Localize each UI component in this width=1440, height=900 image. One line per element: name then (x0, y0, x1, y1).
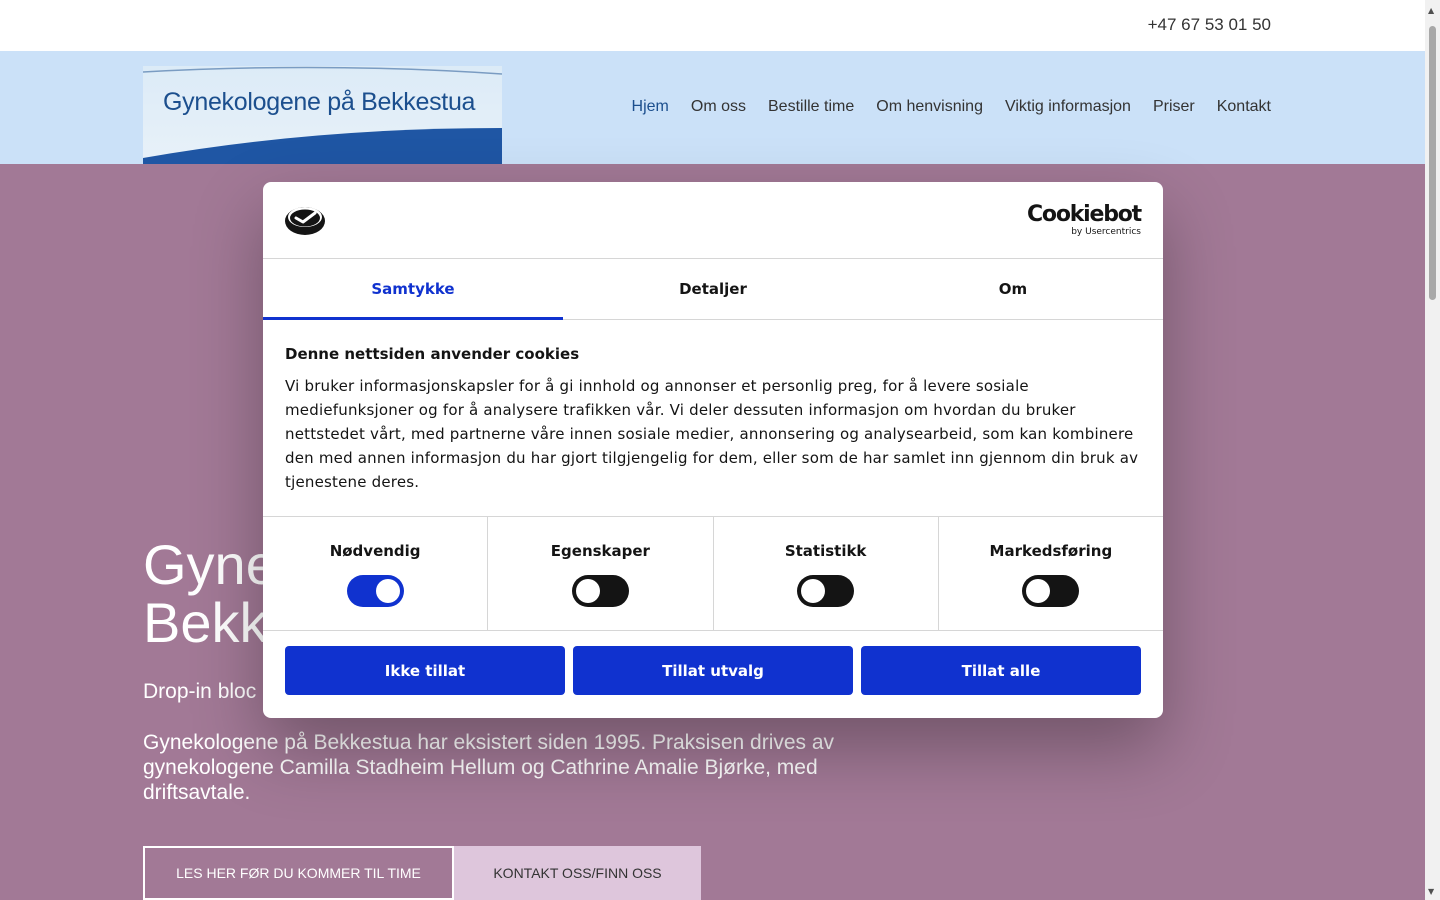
toggle-egenskaper[interactable] (571, 575, 629, 607)
nav-item-priser[interactable]: Priser (1153, 98, 1195, 116)
toggle-nodvendig[interactable] (346, 575, 404, 607)
tab-detaljer[interactable]: Detaljer (563, 259, 863, 319)
cookie-heading: Denne nettsiden anvender cookies (285, 345, 580, 363)
allow-selection-button[interactable]: Tillat utvalg (573, 646, 853, 695)
nav-item-bestille-time[interactable]: Bestille time (768, 98, 854, 116)
site-logo[interactable]: Gynekologene på Bekkestua (143, 66, 502, 164)
toggle-knob (801, 579, 826, 603)
toggle-cell-statistikk: Statistikk (714, 517, 939, 630)
nav-item-kontakt[interactable]: Kontakt (1217, 98, 1271, 116)
hero-title: Gyne Bekk (143, 536, 277, 652)
page-scrollbar[interactable]: ▲ ▼ (1425, 0, 1440, 900)
toggle-label-markedsforing: Markedsføring (989, 542, 1113, 560)
read-before-visit-button[interactable]: LES HER FØR DU KOMMER TIL TIME (143, 846, 454, 900)
cookie-text: Vi bruker informasjonskapsler for å gi i… (285, 377, 1139, 491)
tab-samtykke[interactable]: Samtykke (263, 259, 563, 320)
cookiebot-brand[interactable]: Cookiebot by Usercentrics (1026, 202, 1142, 238)
hero-body-text: Gynekologene på Bekkestua har eksistert … (143, 731, 835, 804)
tab-om[interactable]: Om (863, 259, 1163, 319)
scroll-up-icon[interactable]: ▲ (1428, 6, 1434, 15)
deny-button[interactable]: Ikke tillat (285, 646, 565, 695)
cookie-consent-dialog: Cookiebot by Usercentrics Samtykke Detal… (263, 182, 1163, 718)
scroll-down-icon[interactable]: ▼ (1428, 887, 1434, 896)
toggle-knob (1026, 579, 1051, 603)
nav-item-om-henvisning[interactable]: Om henvisning (876, 98, 983, 116)
nav-item-om-oss[interactable]: Om oss (691, 98, 746, 116)
allow-all-button[interactable]: Tillat alle (861, 646, 1141, 695)
cookie-tabs: Samtykke Detaljer Om (263, 259, 1163, 320)
site-header: Gynekologene på Bekkestua Hjem Om oss Be… (0, 51, 1425, 164)
cookie-actions: Ikke tillat Tillat utvalg Tillat alle (263, 631, 1163, 710)
contact-button[interactable]: KONTAKT OSS/FINN OSS (454, 846, 701, 900)
toggle-cell-nodvendig: Nødvendig (263, 517, 489, 630)
hero-title-line1: Gyne (143, 533, 277, 596)
cookiebot-brand-name: Cookiebot (1026, 202, 1142, 227)
cookie-dialog-header: Cookiebot by Usercentrics (263, 182, 1163, 259)
toggle-markedsforing[interactable] (1022, 575, 1080, 607)
toggle-label-nodvendig: Nødvendig (329, 542, 421, 560)
logo-text: Gynekologene på Bekkestua (163, 88, 476, 116)
scroll-thumb[interactable] (1429, 26, 1436, 300)
cookie-category-toggles: Nødvendig Egenskaper Statistikk Markedsf… (263, 517, 1163, 631)
toggle-knob (375, 579, 400, 603)
top-bar: +47 67 53 01 50 (0, 0, 1425, 51)
cookiebot-logo-icon (285, 207, 325, 235)
toggle-cell-egenskaper: Egenskaper (488, 517, 714, 630)
toggle-knob (575, 579, 600, 603)
main-nav: Hjem Om oss Bestille time Om henvisning … (632, 98, 1271, 116)
toggle-statistikk[interactable] (797, 575, 855, 607)
cookie-description: Denne nettsiden anvender cookies Vi bruk… (263, 320, 1163, 517)
phone-number[interactable]: +47 67 53 01 50 (1148, 15, 1271, 35)
toggle-cell-markedsforing: Markedsføring (939, 517, 1163, 630)
nav-item-hjem[interactable]: Hjem (632, 98, 669, 116)
toggle-label-statistikk: Statistikk (784, 542, 867, 560)
toggle-label-egenskaper: Egenskaper (550, 542, 650, 560)
cookiebot-brand-by: by Usercentrics (1071, 227, 1141, 237)
hero-subtitle: Drop-in bloc (143, 680, 257, 703)
hero-title-line2: Bekk (143, 591, 268, 654)
nav-item-viktig-informasjon[interactable]: Viktig informasjon (1005, 98, 1131, 116)
